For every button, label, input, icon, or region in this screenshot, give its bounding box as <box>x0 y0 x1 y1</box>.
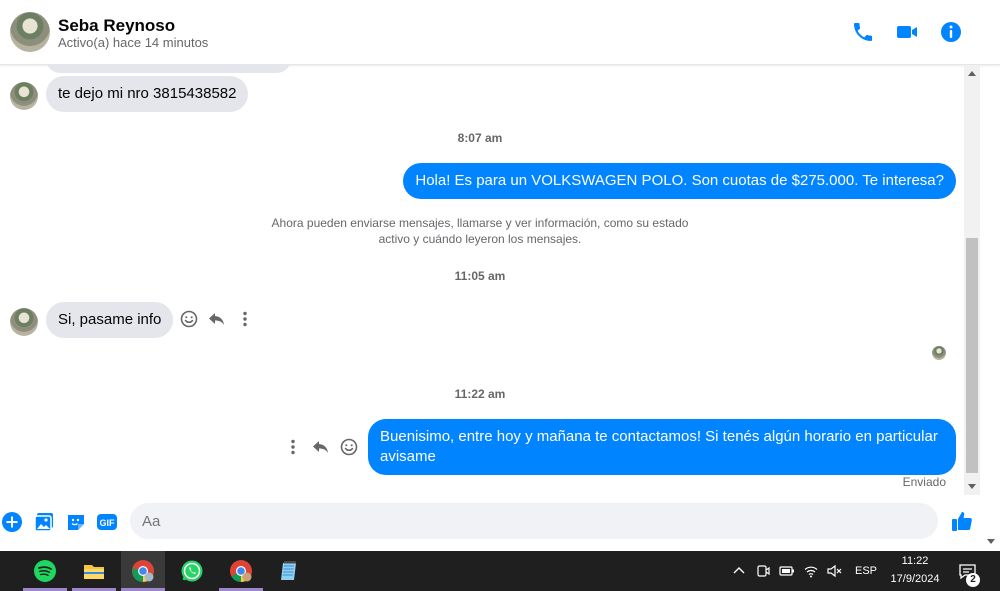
incoming-message[interactable]: te dejo mi nro 3815438582 <box>46 76 249 112</box>
read-receipt-avatar <box>932 346 946 360</box>
react-emoji-icon[interactable] <box>339 437 359 457</box>
outgoing-message[interactable]: Hola! Es para un VOLKSWAGEN POLO. Son cu… <box>403 163 956 199</box>
windows-taskbar: ESP 11:22 17/9/2024 2 <box>0 551 1000 591</box>
sender-avatar[interactable] <box>10 82 38 110</box>
taskbar-notepad[interactable] <box>268 551 312 591</box>
contact-status: Activo(a) hace 14 minutos <box>58 35 209 50</box>
chevron-up-icon[interactable] <box>731 563 747 579</box>
reply-icon[interactable] <box>311 437 331 457</box>
system-message: Ahora pueden enviarse mensajes, llamarse… <box>271 216 689 246</box>
scroll-down-arrow-icon[interactable] <box>968 484 976 489</box>
spotify-icon <box>34 560 56 582</box>
messenger-window: Seba Reynoso Activo(a) hace 14 minutos t… <box>0 0 1000 591</box>
photo-icon[interactable] <box>33 511 55 533</box>
taskbar-spotify[interactable] <box>23 551 67 591</box>
page-scroll-down-arrow-icon[interactable] <box>987 539 995 544</box>
chrome-icon <box>230 560 252 582</box>
timestamp: 8:07 am <box>457 131 503 145</box>
file-explorer-icon <box>84 565 104 579</box>
timestamp: 11:22 am <box>454 387 506 401</box>
meet-now-icon[interactable] <box>755 563 771 579</box>
message-scrollbar[interactable] <box>964 65 980 495</box>
clock-time[interactable]: 11:22 <box>889 555 941 567</box>
more-options-icon[interactable] <box>283 437 303 457</box>
react-emoji-icon[interactable] <box>179 309 199 329</box>
clock-date[interactable]: 17/9/2024 <box>887 573 943 585</box>
message-input[interactable] <box>130 503 938 539</box>
message-list[interactable]: te dejo mi nro 3815438582 8:07 am Hola! … <box>0 65 964 495</box>
taskbar-file-explorer[interactable] <box>72 551 116 591</box>
outgoing-message[interactable]: Buenisimo, entre hoy y mañana te contact… <box>368 419 956 475</box>
scroll-up-arrow-icon[interactable] <box>968 71 976 76</box>
info-icon[interactable] <box>939 20 963 44</box>
contact-avatar[interactable] <box>10 12 50 52</box>
incoming-message[interactable]: Si, pasame info <box>46 302 174 338</box>
volume-muted-icon[interactable] <box>826 563 842 579</box>
more-options-icon[interactable] <box>235 309 255 329</box>
video-camera-icon[interactable] <box>895 20 919 44</box>
taskbar-chrome[interactable] <box>121 551 165 591</box>
timestamp: 11:05 am <box>454 269 506 283</box>
wifi-icon[interactable] <box>803 563 819 579</box>
notification-count-badge: 2 <box>966 573 980 587</box>
sticker-icon[interactable] <box>65 511 87 533</box>
taskbar-chrome-profile[interactable] <box>219 551 263 591</box>
taskbar-whatsapp[interactable] <box>170 551 214 591</box>
notepad-icon <box>281 561 296 580</box>
svg-text:GIF: GIF <box>100 518 116 528</box>
thumbs-up-icon[interactable] <box>950 509 974 533</box>
sent-status: Enviado <box>902 475 946 489</box>
plus-icon[interactable] <box>1 511 23 533</box>
message-bubble-partial[interactable] <box>46 65 291 73</box>
reply-icon[interactable] <box>207 309 227 329</box>
scroll-thumb[interactable] <box>966 238 978 473</box>
taskbar-edge <box>0 551 6 591</box>
chat-header: Seba Reynoso Activo(a) hace 14 minutos <box>0 0 1000 65</box>
phone-icon[interactable] <box>851 20 875 44</box>
contact-name[interactable]: Seba Reynoso <box>58 16 175 36</box>
input-language[interactable]: ESP <box>855 565 877 577</box>
chrome-icon <box>132 560 154 582</box>
sender-avatar[interactable] <box>10 308 38 336</box>
battery-icon[interactable] <box>779 563 795 579</box>
gif-icon[interactable]: GIF <box>96 511 118 533</box>
whatsapp-icon <box>181 560 203 582</box>
